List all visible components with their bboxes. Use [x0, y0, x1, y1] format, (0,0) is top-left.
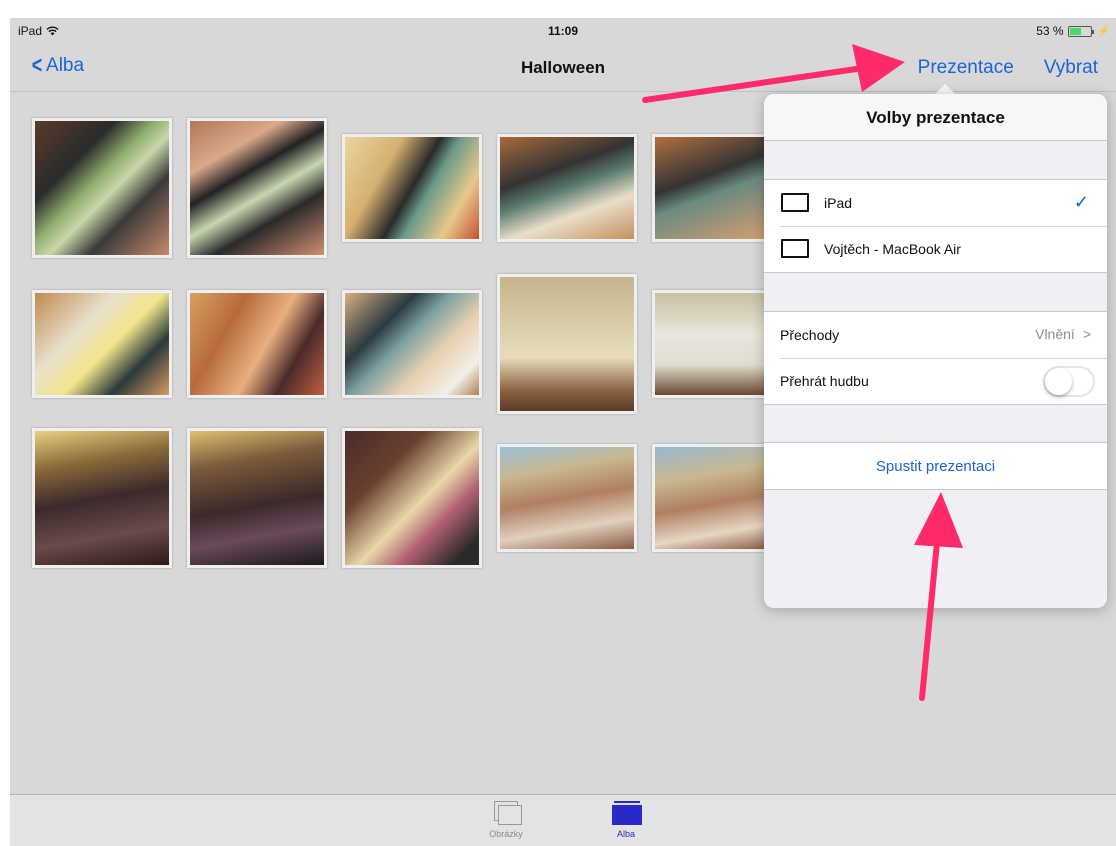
transitions-value-group: Vlnění > — [1035, 326, 1091, 342]
status-time: 11:09 — [547, 24, 579, 38]
photo-thumbnail[interactable] — [187, 118, 327, 258]
settings-list: Přechody Vlnění > Přehrát hudbu — [764, 311, 1107, 405]
photo-thumbnail[interactable] — [652, 134, 772, 242]
photo-thumbnail[interactable] — [497, 274, 637, 414]
photo-thumbnail[interactable] — [187, 290, 327, 398]
screenshot-border-top — [0, 0, 1116, 18]
display-icon — [780, 238, 809, 260]
screenshot-border-left — [0, 0, 10, 846]
display-icon — [780, 192, 809, 214]
slideshow-options-popover: Volby prezentace iPad ✓ Vojtěch - MacBoo… — [764, 94, 1107, 608]
photo-thumbnail[interactable] — [32, 118, 172, 258]
tab-photos-label: Obrázky — [489, 829, 523, 839]
device-label: iPad — [824, 195, 853, 211]
play-music-label: Přehrát hudbu — [780, 373, 869, 389]
photo-thumbnail[interactable] — [342, 134, 482, 242]
photo-thumbnail[interactable] — [497, 134, 637, 242]
photo-thumbnail[interactable] — [497, 444, 637, 552]
tab-bar: Obrázky Alba — [10, 794, 1116, 846]
nav-actions: Prezentace Vybrat — [918, 57, 1098, 79]
tab-albums-label: Alba — [616, 829, 635, 839]
transitions-row[interactable]: Přechody Vlnění > — [764, 312, 1107, 358]
status-bar: iPad 11:09 53 % ⚡ — [10, 18, 1116, 44]
photo-thumbnail[interactable] — [652, 444, 772, 552]
charging-icon: ⚡ — [1097, 25, 1110, 37]
tab-albums[interactable]: Alba — [596, 801, 656, 839]
slideshow-button[interactable]: Prezentace — [918, 57, 1014, 79]
photo-thumbnail[interactable] — [652, 290, 772, 398]
photo-thumbnail[interactable] — [32, 290, 172, 398]
photo-thumbnail[interactable] — [342, 428, 482, 568]
popover-title: Volby prezentace — [764, 94, 1107, 141]
battery-icon — [1067, 25, 1094, 37]
toggle-knob — [1045, 368, 1072, 395]
device-row-ipad[interactable]: iPad ✓ — [764, 180, 1107, 226]
photos-stack-icon — [492, 801, 522, 825]
ipad-screen: iPad 11:09 53 % ⚡ < Alba Halloween Preze… — [10, 18, 1116, 846]
transitions-value: Vlnění — [1035, 326, 1075, 342]
photo-thumbnail[interactable] — [342, 290, 482, 398]
play-music-toggle[interactable] — [1043, 366, 1095, 397]
device-label: Vojtěch - MacBook Air — [824, 241, 961, 257]
battery-percent: 53 % — [1036, 24, 1064, 38]
chevron-right-icon: > — [1082, 326, 1091, 342]
transitions-label: Přechody — [780, 327, 840, 343]
play-music-row: Přehrát hudbu — [764, 358, 1107, 404]
photo-thumbnail[interactable] — [32, 428, 172, 568]
status-right: 53 % ⚡ — [1036, 24, 1110, 38]
device-list: iPad ✓ Vojtěch - MacBook Air — [764, 179, 1107, 273]
select-button[interactable]: Vybrat — [1044, 57, 1098, 79]
albums-icon — [612, 801, 642, 825]
photo-thumbnail[interactable] — [187, 428, 327, 568]
tab-photos[interactable]: Obrázky — [476, 801, 536, 839]
start-section: Spustit prezentaci — [764, 442, 1107, 490]
checkmark-icon: ✓ — [1073, 192, 1089, 212]
device-row-macbook[interactable]: Vojtěch - MacBook Air — [764, 226, 1107, 272]
start-slideshow-button[interactable]: Spustit prezentaci — [764, 443, 1107, 489]
